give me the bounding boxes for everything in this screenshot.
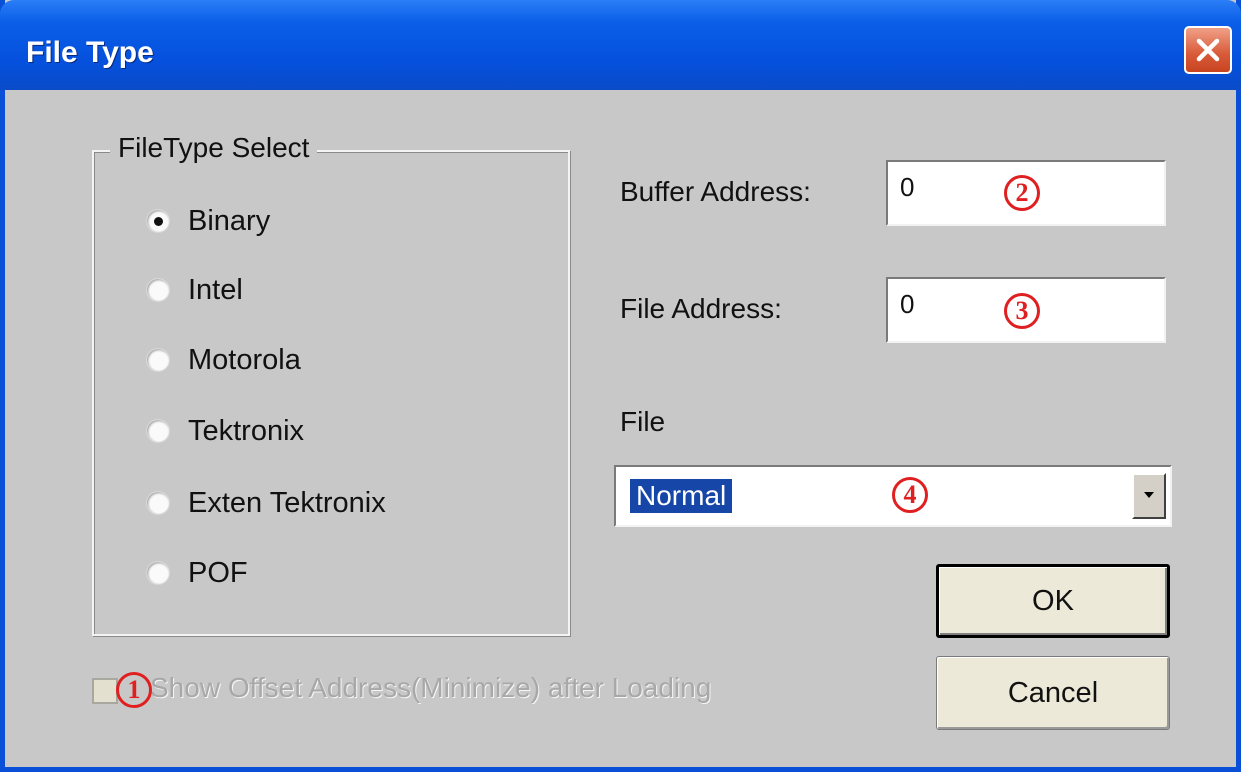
buffer-address-label: Buffer Address: (620, 176, 811, 207)
close-button[interactable] (1184, 26, 1232, 74)
annotation-marker-3: 3 (1004, 293, 1040, 329)
radio-button[interactable] (146, 419, 170, 443)
dropdown-button[interactable] (1132, 473, 1166, 519)
radio-intel[interactable]: Intel (146, 270, 243, 310)
radio-label: Intel (188, 273, 243, 306)
radio-label: Motorola (188, 343, 301, 376)
annotation-marker-4: 4 (892, 477, 928, 513)
show-offset-label: Show Offset Address(Minimize) after Load… (150, 672, 712, 703)
radio-label: Binary (188, 204, 271, 237)
radio-button[interactable] (146, 348, 170, 372)
radio-label: Exten Tektronix (188, 486, 386, 519)
file-mode-selected-value: Normal (630, 479, 733, 513)
radio-label: Tektronix (188, 414, 305, 447)
radio-pof[interactable]: POF (146, 553, 248, 593)
annotation-marker-1: 1 (116, 672, 152, 708)
cancel-button[interactable]: Cancel (936, 656, 1170, 730)
radio-label: POF (188, 556, 248, 589)
title-bar[interactable]: File Type (0, 0, 1241, 90)
file-address-value: 0 (900, 289, 915, 319)
file-label: File (620, 406, 666, 437)
radio-button[interactable] (146, 209, 170, 233)
radio-button[interactable] (146, 561, 170, 585)
close-icon (1196, 38, 1220, 62)
ok-button[interactable]: OK (936, 564, 1170, 638)
radio-button[interactable] (146, 491, 170, 515)
dialog-title: File Type (26, 36, 154, 69)
radio-binary[interactable]: Binary (146, 201, 270, 241)
radio-selected-dot (154, 217, 163, 226)
radio-exten-tektronix[interactable]: Exten Tektronix (146, 483, 386, 523)
filetype-select-legend: FileType Select (110, 132, 318, 164)
radio-tektronix[interactable]: Tektronix (146, 411, 304, 451)
annotation-marker-2: 2 (1004, 175, 1040, 211)
buffer-address-value: 0 (900, 172, 915, 202)
radio-motorola[interactable]: Motorola (146, 340, 301, 380)
show-offset-checkbox[interactable] (92, 678, 118, 704)
chevron-down-icon (1144, 492, 1154, 498)
file-address-label: File Address: (620, 293, 782, 324)
radio-button[interactable] (146, 278, 170, 302)
